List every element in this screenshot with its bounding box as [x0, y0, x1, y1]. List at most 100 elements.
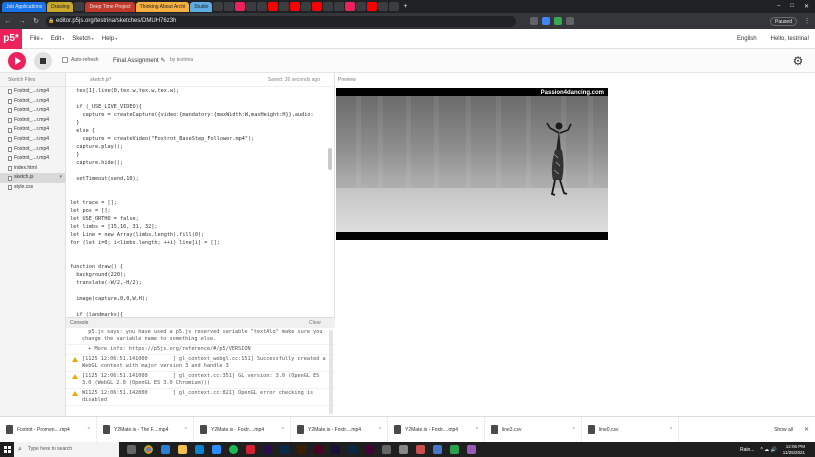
- auto-refresh-toggle[interactable]: Auto-refresh: [62, 57, 99, 63]
- tab-favicon[interactable]: [290, 2, 301, 11]
- maximize-icon[interactable]: □: [790, 3, 794, 10]
- indesign-icon[interactable]: [314, 445, 323, 454]
- download-menu-icon[interactable]: ^: [476, 427, 478, 433]
- play-button[interactable]: [8, 52, 26, 70]
- download-item[interactable]: Y2Mate.is - Foxtr....mp4 ^: [291, 416, 388, 443]
- app-icon[interactable]: [450, 445, 459, 454]
- chrome-icon[interactable]: [144, 445, 153, 454]
- code-line[interactable]: }: [70, 151, 326, 159]
- taskbar-search-input[interactable]: Type here to search: [14, 442, 119, 457]
- file-item[interactable]: Foxtrot_...r.mp4: [0, 125, 65, 135]
- file-item[interactable]: Foxtrot_...r.mp4: [0, 154, 65, 164]
- windows-start-icon[interactable]: [0, 442, 14, 457]
- code-line[interactable]: [70, 287, 326, 295]
- tab-favicon[interactable]: [246, 2, 257, 11]
- tab-favicon[interactable]: [268, 2, 279, 11]
- code-line[interactable]: let limbs = [15,16, 31, 32];: [70, 223, 326, 231]
- stop-button[interactable]: [34, 52, 52, 70]
- console-clear-button[interactable]: Clear: [309, 318, 321, 328]
- code-line[interactable]: let trace = [];: [70, 199, 326, 207]
- menu-sketch[interactable]: Sketch: [72, 36, 93, 42]
- code-line[interactable]: let Line = new Array(limbs.length).fill(…: [70, 231, 326, 239]
- task-view-icon[interactable]: [127, 445, 136, 454]
- menu-help[interactable]: Help: [102, 36, 117, 42]
- code-line[interactable]: image(capture,0,0,W,H);: [70, 295, 326, 303]
- kebab-menu-icon[interactable]: ⋮: [803, 17, 811, 25]
- app-icon[interactable]: [433, 445, 442, 454]
- code-line[interactable]: [70, 303, 326, 311]
- code-line[interactable]: background(220);: [70, 271, 326, 279]
- close-icon[interactable]: ✕: [804, 3, 809, 10]
- file-item[interactable]: Foxtrot_...r.mp4: [0, 106, 65, 116]
- user-menu[interactable]: Hello, testrina!: [771, 36, 809, 42]
- editor-scrollbar[interactable]: [328, 148, 332, 170]
- extension-icon[interactable]: [542, 17, 550, 25]
- tab-favicon[interactable]: [213, 2, 224, 11]
- code-line[interactable]: translate(-W/2,-H/2);: [70, 279, 326, 287]
- tab-favicon[interactable]: [224, 2, 235, 11]
- code-line[interactable]: capture.hide();: [70, 159, 326, 167]
- extension-icon[interactable]: [554, 17, 562, 25]
- code-line[interactable]: capture = createCapture({video:{mandator…: [70, 111, 326, 119]
- premiere-icon[interactable]: [263, 445, 272, 454]
- download-menu-icon[interactable]: ^: [88, 427, 90, 433]
- console-header[interactable]: Console Clear: [66, 318, 335, 328]
- tab-favicon[interactable]: [323, 2, 334, 11]
- code-line[interactable]: let pos = [];: [70, 207, 326, 215]
- p5-logo[interactable]: p5*: [0, 28, 22, 49]
- url-input[interactable]: editor.p5js.org/testrina/sketches/DMUH76…: [46, 15, 516, 27]
- extension-icon[interactable]: [530, 17, 538, 25]
- code-line[interactable]: else {: [70, 127, 326, 135]
- download-item[interactable]: Foxtrot - Promen....mp4 ^: [0, 416, 97, 443]
- app-icon[interactable]: [416, 445, 425, 454]
- code-line[interactable]: tex[1].line(0,tex.w,tex.w,tex.w);: [70, 87, 326, 95]
- lightroom-icon[interactable]: [348, 445, 357, 454]
- tab-favicon[interactable]: [334, 2, 345, 11]
- code-line[interactable]: [70, 255, 326, 263]
- edge-icon[interactable]: [195, 445, 204, 454]
- back-icon[interactable]: ←: [4, 18, 12, 25]
- weather-widget[interactable]: Rain...: [740, 447, 754, 453]
- clock[interactable]: 12:06 PM 11/25/2021: [783, 444, 805, 455]
- code-line[interactable]: if (_USE_LIVE_VIDEO){: [70, 103, 326, 111]
- file-item[interactable]: Foxtrot_...r.mp4: [0, 135, 65, 145]
- editor-file-tab[interactable]: sketch.js* Saved: 26 seconds ago: [66, 73, 334, 87]
- app-icon[interactable]: [399, 445, 408, 454]
- bookmark-studio[interactable]: Studio: [190, 1, 213, 12]
- tab-favicon[interactable]: [235, 2, 246, 11]
- download-item[interactable]: line0.csv ^: [582, 416, 679, 443]
- xd-icon[interactable]: [365, 445, 374, 454]
- code-line[interactable]: }: [70, 119, 326, 127]
- new-tab-icon[interactable]: +: [400, 2, 410, 11]
- code-line[interactable]: for (let i=0; i<limbs.length; ++i) line[…: [70, 239, 326, 247]
- code-line[interactable]: [70, 167, 326, 175]
- file-explorer-icon[interactable]: [178, 445, 187, 454]
- settings-gear-icon[interactable]: ⚙: [791, 54, 805, 68]
- code-editor[interactable]: sketch.js* Saved: 26 seconds ago tex[1].…: [66, 73, 335, 317]
- file-item[interactable]: index.html: [0, 164, 65, 174]
- download-item[interactable]: line3.csv ^: [485, 416, 582, 443]
- file-item[interactable]: Foxtrot_...r.mp4: [0, 145, 65, 155]
- puzzle-icon[interactable]: [566, 17, 574, 25]
- acrobat-icon[interactable]: [246, 445, 255, 454]
- download-menu-icon[interactable]: ^: [282, 427, 284, 433]
- auto-refresh-checkbox[interactable]: [62, 57, 68, 63]
- reload-icon[interactable]: ↻: [32, 17, 40, 25]
- file-item[interactable]: sketch.js ▾: [0, 173, 65, 183]
- tab-favicon[interactable]: [312, 2, 323, 11]
- file-item[interactable]: style.css: [0, 183, 65, 193]
- code-line[interactable]: [70, 191, 326, 199]
- file-item[interactable]: Foxtrot_...r.mp4: [0, 97, 65, 107]
- code-line[interactable]: setTimeout(send,10);: [70, 175, 326, 183]
- download-menu-icon[interactable]: ^: [379, 427, 381, 433]
- bookmark-deep-time-project[interactable]: Deep Time Project: [85, 1, 135, 12]
- language-menu[interactable]: English: [737, 36, 757, 42]
- close-icon[interactable]: ✕: [804, 426, 809, 433]
- code-line[interactable]: capture.play();: [70, 143, 326, 151]
- profile-paused-button[interactable]: Paused: [770, 16, 797, 26]
- spotify-icon[interactable]: [229, 445, 238, 454]
- code-line[interactable]: [70, 95, 326, 103]
- download-menu-icon[interactable]: ^: [573, 427, 575, 433]
- file-item[interactable]: Foxtrot_...r.mp4: [0, 87, 65, 97]
- bookmark-drawing[interactable]: Drawing: [47, 1, 74, 12]
